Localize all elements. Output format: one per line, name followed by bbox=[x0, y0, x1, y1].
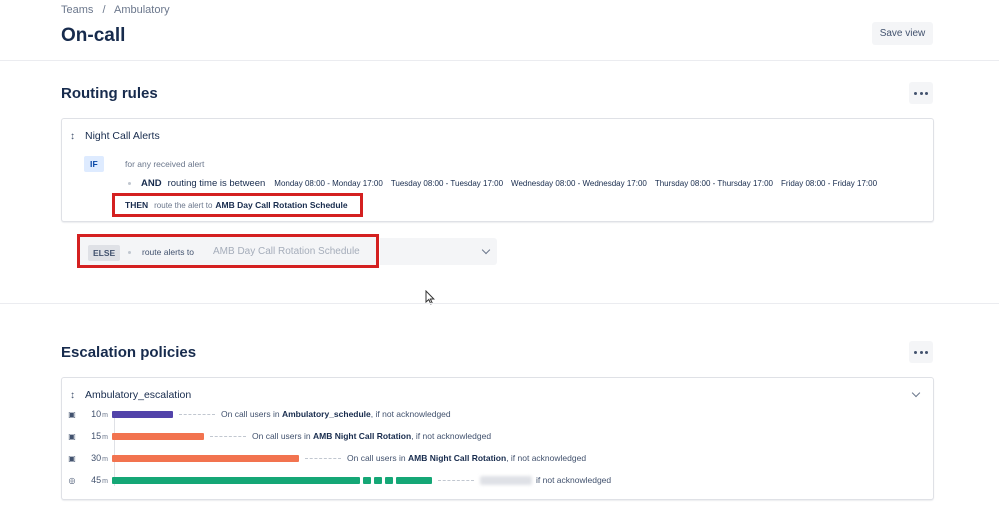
step-connector bbox=[210, 435, 246, 437]
step-bar-segment bbox=[385, 476, 393, 484]
step-connector bbox=[438, 479, 474, 481]
time-range-wednesday: Wednesday 08:00 - Wednesday 17:00 bbox=[511, 179, 647, 188]
section-divider bbox=[0, 303, 999, 304]
more-dot-icon bbox=[919, 91, 923, 95]
save-view-button[interactable]: Save view bbox=[872, 22, 933, 45]
step-bar bbox=[112, 432, 204, 440]
time-range-thursday: Thursday 08:00 - Thursday 17:00 bbox=[654, 179, 773, 188]
page-header: Teams / Ambulatory On-call Save view bbox=[0, 0, 999, 61]
step-description: On call users in AMB Night Call Rotation… bbox=[347, 453, 587, 463]
and-label: AND bbox=[141, 178, 162, 189]
chevron-down-icon[interactable] bbox=[481, 245, 491, 255]
step-description: On call users in AMB Night Call Rotation… bbox=[252, 431, 492, 441]
step-description: On call users in Ambulatory_schedule, if… bbox=[221, 409, 451, 419]
breadcrumb-teams[interactable]: Teams bbox=[61, 4, 93, 16]
user-icon: ◎ bbox=[68, 475, 76, 485]
rule-name: Night Call Alerts bbox=[85, 130, 160, 142]
breadcrumb-separator: / bbox=[102, 4, 106, 16]
time-range-monday: Monday 08:00 - Monday 17:00 bbox=[274, 179, 383, 188]
step-time: 15m bbox=[91, 431, 108, 441]
escalation-policy-card: ↕ Ambulatory_escalation ▣ 10m On call us… bbox=[61, 377, 934, 500]
rule-header[interactable]: ↕ Night Call Alerts bbox=[70, 130, 160, 142]
step-connector bbox=[305, 457, 341, 459]
more-dot-icon bbox=[914, 91, 918, 95]
expand-chevron-icon[interactable] bbox=[911, 388, 921, 398]
escalation-more-button[interactable] bbox=[909, 341, 933, 363]
calendar-icon: ▣ bbox=[68, 409, 76, 419]
escalation-step[interactable]: ▣ 15m On call users in AMB Night Call Ro… bbox=[68, 429, 491, 443]
condition-text: routing time is between bbox=[167, 178, 266, 189]
time-range-friday: Friday 08:00 - Friday 17:00 bbox=[781, 179, 878, 188]
redacted-user-name bbox=[480, 475, 532, 485]
more-dot-icon bbox=[914, 350, 918, 354]
more-dot-icon bbox=[924, 350, 928, 354]
step-description: if not acknowledged bbox=[536, 475, 612, 485]
step-bar-segment bbox=[396, 476, 432, 484]
step-time: 30m bbox=[91, 453, 108, 463]
calendar-icon: ▣ bbox=[68, 453, 76, 463]
then-action-row: THEN route the alert to AMB Day Call Rot… bbox=[125, 200, 348, 210]
step-bar bbox=[112, 410, 173, 418]
drag-handle-icon[interactable]: ↕ bbox=[70, 390, 78, 401]
then-text: route the alert to bbox=[154, 200, 213, 210]
step-bar-segment bbox=[363, 476, 371, 484]
drag-handle-icon[interactable]: ↕ bbox=[70, 131, 78, 142]
page-title: On-call bbox=[61, 25, 126, 46]
more-dot-icon bbox=[924, 91, 928, 95]
escalation-step[interactable]: ◎ 45m if not acknowledged bbox=[68, 473, 612, 487]
bullet-icon bbox=[128, 182, 131, 185]
step-connector bbox=[179, 413, 215, 415]
and-condition-row: AND routing time is between Monday 08:00… bbox=[128, 178, 885, 189]
step-bar bbox=[112, 476, 360, 484]
calendar-icon: ▣ bbox=[68, 431, 76, 441]
else-highlight-box bbox=[77, 234, 379, 268]
escalation-step[interactable]: ▣ 10m On call users in Ambulatory_schedu… bbox=[68, 407, 451, 421]
then-lozenge: THEN bbox=[125, 200, 149, 210]
escalation-step[interactable]: ▣ 30m On call users in AMB Night Call Ro… bbox=[68, 451, 586, 465]
step-time: 45m bbox=[91, 475, 108, 485]
breadcrumb: Teams / Ambulatory bbox=[61, 4, 176, 16]
else-select-extension[interactable] bbox=[380, 238, 497, 265]
policy-header[interactable]: ↕ Ambulatory_escalation bbox=[70, 389, 191, 401]
more-dot-icon bbox=[919, 350, 923, 354]
if-lozenge: IF bbox=[84, 156, 104, 172]
step-bar-segment bbox=[374, 476, 382, 484]
routing-more-button[interactable] bbox=[909, 82, 933, 104]
breadcrumb-ambulatory[interactable]: Ambulatory bbox=[114, 4, 170, 16]
escalation-policies-title: Escalation policies bbox=[61, 344, 197, 361]
if-condition-text: for any received alert bbox=[125, 159, 205, 169]
then-target-schedule[interactable]: AMB Day Call Rotation Schedule bbox=[215, 200, 347, 210]
policy-name: Ambulatory_escalation bbox=[85, 389, 192, 401]
step-time: 10m bbox=[91, 409, 108, 419]
step-bar bbox=[112, 454, 299, 462]
routing-rules-title: Routing rules bbox=[61, 85, 158, 102]
time-range-tuesday: Tuesday 08:00 - Tuesday 17:00 bbox=[390, 179, 504, 188]
